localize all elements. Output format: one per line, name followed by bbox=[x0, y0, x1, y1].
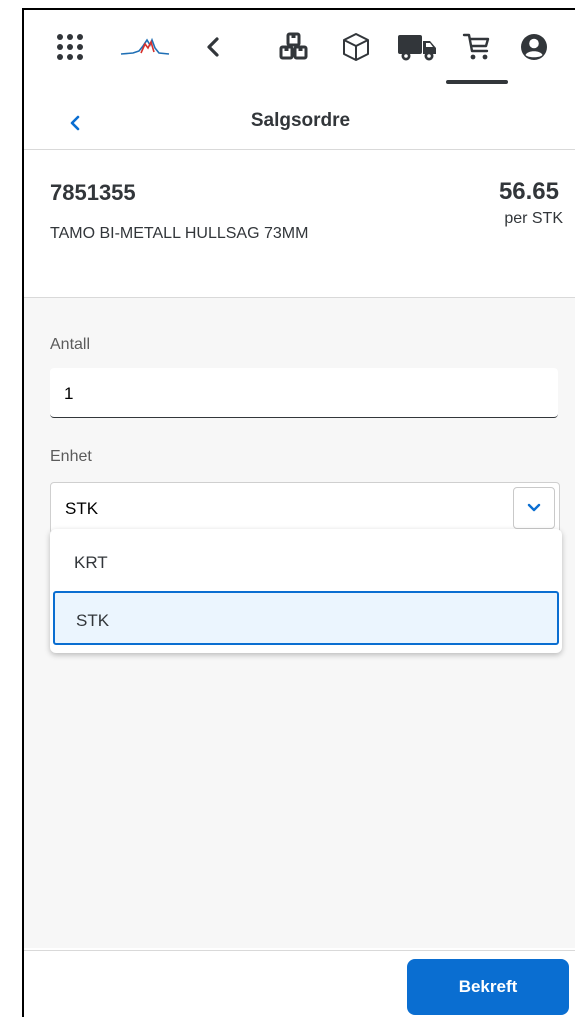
unit-option-krt[interactable]: KRT bbox=[50, 533, 562, 589]
footer-bar: Bekreft bbox=[24, 950, 575, 1017]
page-title: Salgsordre bbox=[250, 110, 351, 131]
item-price-unit: per STK bbox=[504, 210, 563, 227]
cart-icon[interactable] bbox=[456, 28, 496, 66]
confirm-button[interactable]: Bekreft bbox=[407, 959, 569, 1015]
item-description: TAMO BI-METALL HULLSAG 73MM bbox=[50, 225, 309, 242]
app-frame: Salgsordre 7851355 TAMO BI-METALL HULLSA… bbox=[22, 8, 575, 1017]
apps-grid-icon[interactable] bbox=[50, 28, 90, 66]
boxes-icon[interactable] bbox=[274, 28, 314, 66]
unit-label: Enhet bbox=[50, 448, 92, 465]
active-tab-indicator bbox=[446, 80, 508, 84]
unit-option-stk[interactable]: STK bbox=[53, 591, 559, 645]
quantity-label: Antall bbox=[50, 336, 91, 353]
chevron-left-icon[interactable] bbox=[198, 28, 228, 66]
chevron-down-icon bbox=[527, 503, 541, 513]
package-icon[interactable] bbox=[336, 28, 376, 66]
unit-select-value: STK bbox=[65, 499, 99, 518]
quantity-input[interactable]: 1 bbox=[50, 368, 558, 418]
unit-select-toggle[interactable] bbox=[513, 487, 555, 529]
item-summary: 7851355 TAMO BI-METALL HULLSAG 73MM 56.6… bbox=[24, 150, 575, 298]
unit-select[interactable]: STK bbox=[50, 482, 560, 534]
item-price: 56.65 bbox=[498, 178, 559, 205]
company-logo[interactable] bbox=[118, 28, 172, 66]
truck-icon[interactable] bbox=[394, 28, 440, 66]
user-icon[interactable] bbox=[514, 28, 554, 66]
page-header: Salgsordre bbox=[24, 92, 575, 150]
item-number: 7851355 bbox=[50, 180, 136, 205]
top-toolbar bbox=[24, 10, 575, 92]
unit-dropdown-list: KRT STK bbox=[50, 529, 562, 653]
